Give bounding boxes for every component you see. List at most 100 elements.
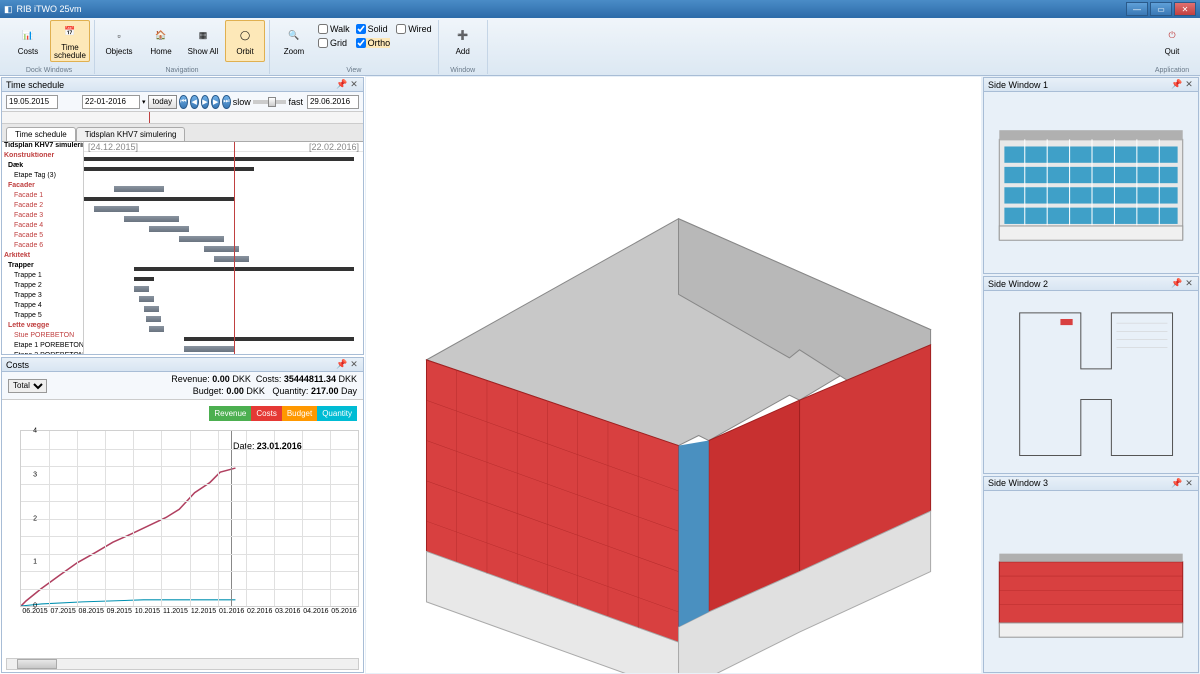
close-icon[interactable]: ✕: [1184, 478, 1194, 488]
gantt-bar[interactable]: [179, 236, 224, 242]
gantt-bar[interactable]: [134, 286, 149, 292]
speed-slider[interactable]: [253, 100, 287, 104]
gantt-bar[interactable]: [84, 157, 354, 161]
pin-icon[interactable]: 📌: [337, 360, 347, 370]
gantt-row[interactable]: Dæk: [2, 162, 83, 172]
close-icon[interactable]: ✕: [1184, 279, 1194, 289]
show-all-button[interactable]: ▦Show All: [183, 20, 223, 62]
time-ruler[interactable]: [2, 112, 363, 124]
gantt-row[interactable]: Facade 1: [2, 192, 83, 202]
gantt-bar[interactable]: [134, 277, 154, 281]
gantt-row[interactable]: Facade 5: [2, 232, 83, 242]
plus-icon: ➕: [453, 26, 473, 46]
nav-next-button[interactable]: ▶: [211, 95, 220, 109]
costs-chart[interactable]: RevenueCostsBudgetQuantity Date: 23.01.2…: [2, 400, 363, 672]
gantt-bar[interactable]: [184, 337, 354, 341]
objects-button[interactable]: ▫Objects: [99, 20, 139, 62]
gantt-row[interactable]: Trappe 4: [2, 302, 83, 312]
gantt-row[interactable]: Trappe 2: [2, 282, 83, 292]
solid-checkbox[interactable]: Solid: [356, 24, 391, 34]
date-end-input[interactable]: [307, 95, 359, 109]
total-select[interactable]: Total: [8, 379, 47, 393]
time-schedule-panel: Time schedule 📌✕ ▾ today ⏮ ◀ ▶ ▶ ⏭ slow …: [1, 77, 364, 355]
gantt-bar[interactable]: [139, 296, 154, 302]
side-view-1[interactable]: [984, 92, 1198, 273]
gantt-bar[interactable]: [124, 216, 179, 222]
orbit-button[interactable]: ◯Orbit: [225, 20, 265, 62]
pin-icon[interactable]: 📌: [1172, 279, 1182, 289]
close-icon[interactable]: ✕: [349, 80, 359, 90]
chart-legend: RevenueCostsBudgetQuantity: [209, 406, 357, 421]
today-button[interactable]: today: [148, 95, 178, 109]
gantt-row[interactable]: Arkitekt: [2, 252, 83, 262]
time-schedule-button[interactable]: 📅Time schedule: [50, 20, 90, 62]
gantt-row[interactable]: Tidsplan KHV7 simulering: [2, 142, 83, 152]
ribbon-toolbar: 📊Costs 📅Time schedule Dock Windows ▫Obje…: [0, 18, 1200, 76]
calendar-icon: 📅: [60, 22, 80, 42]
date-from-input[interactable]: [6, 95, 58, 109]
costs-button[interactable]: 📊Costs: [8, 20, 48, 62]
gantt-row[interactable]: Lette vægge: [2, 322, 83, 332]
quit-button[interactable]: ⏻Quit: [1152, 20, 1192, 62]
gantt-bar[interactable]: [214, 256, 249, 262]
gantt-row[interactable]: Trappe 5: [2, 312, 83, 322]
gantt-row[interactable]: Trappe 3: [2, 292, 83, 302]
gantt-chart[interactable]: [24.12.2015][22.02.2016]: [84, 142, 363, 354]
close-icon[interactable]: ✕: [349, 360, 359, 370]
gantt-row[interactable]: Etape Tag (3): [2, 172, 83, 182]
minimize-button[interactable]: —: [1126, 2, 1148, 16]
gantt-bar[interactable]: [149, 326, 164, 332]
gantt-row[interactable]: Etape 1 POREBETON: [2, 342, 83, 352]
panel-title: Costs: [6, 360, 29, 370]
walk-checkbox[interactable]: Walk: [318, 24, 350, 34]
horizontal-scrollbar[interactable]: [6, 658, 359, 670]
gantt-row[interactable]: Facade 3: [2, 212, 83, 222]
gantt-bar[interactable]: [84, 197, 234, 201]
gantt-bar[interactable]: [134, 267, 354, 271]
side-window-2: Side Window 2📌✕: [983, 276, 1199, 473]
pin-icon[interactable]: 📌: [1172, 80, 1182, 90]
maximize-button[interactable]: ▭: [1150, 2, 1172, 16]
nav-play-button[interactable]: ▶: [201, 95, 210, 109]
zoom-button[interactable]: 🔍Zoom: [274, 20, 314, 62]
home-button[interactable]: 🏠Home: [141, 20, 181, 62]
gantt-row[interactable]: Etape 2 POREBETON: [2, 352, 83, 354]
pin-icon[interactable]: 📌: [1172, 478, 1182, 488]
gantt-row[interactable]: Stue POREBETON: [2, 332, 83, 342]
side-window-3: Side Window 3📌✕: [983, 476, 1199, 673]
side-view-3[interactable]: [984, 491, 1198, 672]
gantt-bar[interactable]: [149, 226, 189, 232]
gantt-row[interactable]: Facade 4: [2, 222, 83, 232]
gantt-row[interactable]: Trapper: [2, 262, 83, 272]
nav-last-button[interactable]: ⏭: [222, 95, 231, 109]
date-to-input[interactable]: [82, 95, 140, 109]
window-title: RIB iTWO 25vm: [17, 4, 82, 14]
main-3d-view[interactable]: [366, 77, 981, 673]
side-view-2[interactable]: [984, 291, 1198, 472]
gantt-bar[interactable]: [144, 306, 159, 312]
wired-checkbox[interactable]: Wired: [396, 24, 432, 34]
gantt-bar[interactable]: [114, 186, 164, 192]
pin-icon[interactable]: 📌: [337, 80, 347, 90]
gantt-row[interactable]: Facader: [2, 182, 83, 192]
tab-time-schedule[interactable]: Time schedule: [6, 127, 76, 141]
time-toolbar: ▾ today ⏮ ◀ ▶ ▶ ⏭ slow fast: [2, 92, 363, 112]
gantt-bar[interactable]: [94, 206, 139, 212]
tab-tidsplan[interactable]: Tidsplan KHV7 simulering: [76, 127, 186, 141]
gantt-bar[interactable]: [84, 167, 254, 171]
ortho-checkbox[interactable]: Ortho: [356, 38, 391, 48]
gantt-tree[interactable]: Tidsplan KHV7 simuleringKonstruktionerDæ…: [2, 142, 84, 354]
nav-prev-button[interactable]: ◀: [190, 95, 199, 109]
gantt-row[interactable]: Trappe 1: [2, 272, 83, 282]
gantt-bar[interactable]: [146, 316, 161, 322]
gantt-row[interactable]: Facade 6: [2, 242, 83, 252]
cube-icon: ▫: [109, 26, 129, 46]
gantt-bar[interactable]: [184, 346, 234, 352]
add-window-button[interactable]: ➕Add: [443, 20, 483, 62]
grid-checkbox[interactable]: Grid: [318, 38, 350, 48]
gantt-row[interactable]: Konstruktioner: [2, 152, 83, 162]
close-icon[interactable]: ✕: [1184, 80, 1194, 90]
gantt-row[interactable]: Facade 2: [2, 202, 83, 212]
close-button[interactable]: ✕: [1174, 2, 1196, 16]
nav-first-button[interactable]: ⏮: [179, 95, 188, 109]
